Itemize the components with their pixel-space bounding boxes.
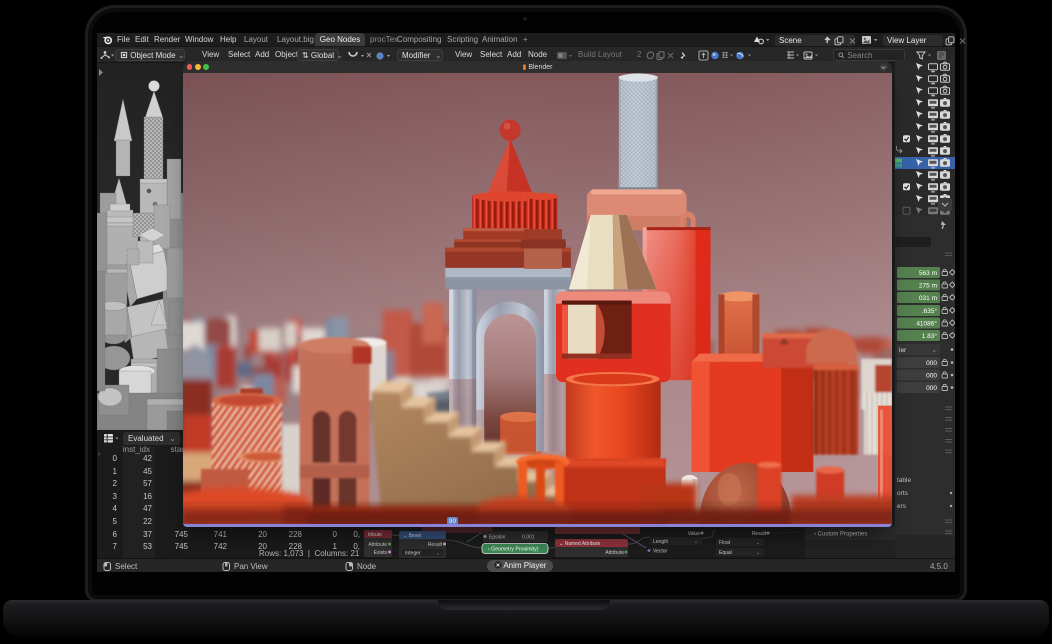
svg-text:Equal: Equal bbox=[719, 550, 732, 556]
svg-text:000: 000 bbox=[926, 360, 937, 367]
svg-text:⌄ Named Attribute: ⌄ Named Attribute bbox=[559, 541, 601, 547]
svg-text:tribute: tribute bbox=[368, 532, 382, 538]
svg-text:.635°: .635° bbox=[922, 307, 938, 315]
svg-text:Attribute: Attribute bbox=[368, 542, 387, 548]
svg-text:⌄: ⌄ bbox=[756, 550, 760, 556]
svg-text:275 m: 275 m bbox=[919, 283, 937, 290]
svg-text:⌄: ⌄ bbox=[436, 551, 440, 557]
svg-text:orts: orts bbox=[897, 490, 909, 497]
svg-text:› Custom Properties: › Custom Properties bbox=[814, 532, 867, 538]
svg-text:Result: Result bbox=[428, 542, 443, 548]
svg-text:Value: Value bbox=[688, 531, 701, 537]
svg-text:Float: Float bbox=[719, 540, 731, 546]
svg-text:Vector: Vector bbox=[653, 549, 668, 555]
svg-text:Epsilon: Epsilon bbox=[489, 535, 506, 541]
svg-text:Length: Length bbox=[653, 539, 669, 545]
svg-text:0.001: 0.001 bbox=[522, 535, 535, 541]
svg-text:⌄: ⌄ bbox=[932, 347, 937, 354]
svg-text:ler: ler bbox=[899, 347, 907, 354]
svg-text:031 m: 031 m bbox=[919, 295, 937, 302]
svg-text:ers: ers bbox=[897, 503, 907, 510]
svg-text:Result: Result bbox=[752, 531, 767, 537]
svg-text:563 m: 563 m bbox=[919, 270, 937, 277]
svg-text:⌄ Bevel: ⌄ Bevel bbox=[403, 533, 421, 539]
svg-text:1.83°: 1.83° bbox=[922, 332, 938, 340]
svg-text:table: table bbox=[897, 477, 911, 484]
svg-text:41086°: 41086° bbox=[916, 320, 937, 328]
svg-text:000: 000 bbox=[926, 385, 937, 392]
svg-text:Integer: Integer bbox=[405, 551, 421, 557]
svg-text:⌄: ⌄ bbox=[694, 539, 698, 545]
svg-text:⌄: ⌄ bbox=[756, 540, 760, 546]
svg-text:› Geometry Proximity): › Geometry Proximity) bbox=[488, 547, 539, 553]
svg-text:Attribute: Attribute bbox=[605, 550, 624, 556]
svg-text:Exists: Exists bbox=[374, 550, 388, 556]
svg-text:000: 000 bbox=[926, 373, 937, 380]
